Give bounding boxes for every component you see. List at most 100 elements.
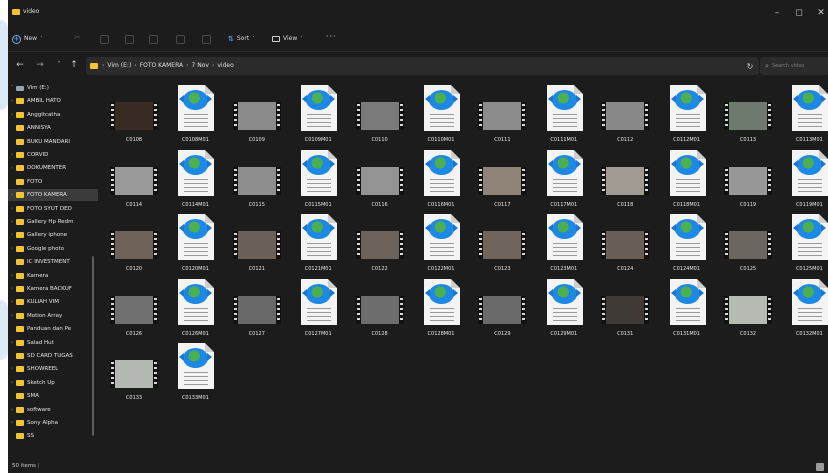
chevron-icon[interactable]: › (8, 313, 16, 319)
sidebar-scrollbar[interactable] (92, 256, 94, 436)
search-input[interactable]: ⌕ Search video (760, 57, 828, 75)
video-file[interactable]: C0121 (227, 211, 287, 279)
chevron-icon[interactable]: › (8, 206, 16, 212)
video-file[interactable]: C0115 (227, 147, 287, 215)
forward-button[interactable]: → (34, 59, 46, 71)
video-file[interactable]: C0123 (472, 211, 532, 279)
xml-file[interactable]: C0110M01 (411, 82, 471, 150)
close-button[interactable]: ✕ (814, 6, 828, 20)
view-button[interactable]: View ˅ (272, 33, 303, 45)
refresh-button[interactable]: ↻ (744, 61, 756, 73)
video-file[interactable]: C0128 (350, 276, 410, 344)
delete-icon[interactable] (202, 35, 211, 44)
chevron-icon[interactable]: › (8, 340, 16, 346)
sidebar-item-sony-alpha[interactable]: › Sony Alpha (8, 417, 98, 429)
xml-file[interactable]: C0124M01 (657, 211, 717, 279)
sidebar-item-annisya[interactable]: ANNISYA (8, 122, 98, 134)
video-file[interactable]: C0113 (718, 82, 778, 150)
video-file[interactable]: C0118 (595, 147, 655, 215)
paste-icon[interactable] (125, 35, 134, 44)
video-file[interactable]: C0116 (350, 147, 410, 215)
sidebar-item-ambil-hato[interactable]: › AMBIL HATO (8, 95, 98, 107)
video-file[interactable]: C0120 (104, 211, 164, 279)
chevron-icon[interactable]: › (8, 98, 16, 104)
video-file[interactable]: C0131 (595, 276, 655, 344)
video-file[interactable]: C0108 (104, 82, 164, 150)
breadcrumb-video[interactable]: video (217, 61, 233, 71)
sidebar-item-kamera[interactable]: › Kamera (8, 270, 98, 282)
sidebar-item-gallery-hp-redm[interactable]: › Gallery Hp Redm (8, 216, 98, 228)
video-file[interactable]: C0133 (104, 340, 164, 408)
chevron-icon[interactable]: › (8, 407, 16, 413)
xml-file[interactable]: C0117M01 (534, 147, 594, 215)
sidebar-item-google-photo[interactable]: › Google photo (8, 243, 98, 255)
xml-file[interactable]: C0112M01 (657, 82, 717, 150)
xml-file[interactable]: C0132M01 (779, 276, 828, 344)
sort-button[interactable]: ⇅ Sort ˅ (228, 33, 255, 45)
chevron-icon[interactable]: › (8, 299, 16, 305)
video-file[interactable]: C0112 (595, 82, 655, 150)
chevron-icon[interactable]: › (8, 152, 16, 158)
chevron-icon[interactable]: › (8, 219, 16, 225)
more-options-button[interactable]: ··· (326, 31, 337, 43)
xml-file[interactable]: C0116M01 (411, 147, 471, 215)
sidebar-item-sma[interactable]: SMA (8, 390, 98, 402)
sidebar-item-anggitcatha[interactable]: › Anggitcatha (8, 109, 98, 121)
xml-file[interactable]: C0109M01 (288, 82, 348, 150)
video-file[interactable]: C0129 (472, 276, 532, 344)
xml-file[interactable]: C0127M01 (288, 276, 348, 344)
video-file[interactable]: C0114 (104, 147, 164, 215)
xml-file[interactable]: C0113M01 (779, 82, 828, 150)
copy-icon[interactable] (100, 35, 109, 44)
sidebar-item-buku-mandari[interactable]: BUKU MANDARI (8, 136, 98, 148)
sidebar-item-ic-investment[interactable]: IC INVESTMENT (8, 256, 98, 268)
large-icons-view-button[interactable] (816, 463, 824, 471)
video-file[interactable]: C0110 (350, 82, 410, 150)
xml-file[interactable]: C0120M01 (165, 211, 225, 279)
breadcrumb-foto-kamera[interactable]: FOTO KAMERA (140, 61, 183, 71)
minimize-button[interactable]: – (770, 6, 784, 20)
video-file[interactable]: C0132 (718, 276, 778, 344)
sidebar-item-foto[interactable]: FOTO (8, 176, 98, 188)
sidebar-item-ss[interactable]: SS (8, 430, 98, 442)
video-file[interactable]: C0109 (227, 82, 287, 150)
chevron-icon[interactable]: › (8, 286, 16, 292)
chevron-icon[interactable]: › (8, 165, 16, 171)
new-button[interactable]: + New ˅ (12, 33, 43, 45)
share-icon[interactable] (176, 35, 185, 44)
sidebar-item-gallery-iphone[interactable]: › Gallery iphone (8, 229, 98, 241)
xml-file[interactable]: C0118M01 (657, 147, 717, 215)
xml-file[interactable]: C0111M01 (534, 82, 594, 150)
xml-file[interactable]: C0108M01 (165, 82, 225, 150)
cut-icon[interactable]: ✂ (74, 33, 83, 42)
sidebar-item-kamera-backuf[interactable]: › Kamera BACKUF (8, 283, 98, 295)
maximize-button[interactable]: ◻ (792, 6, 806, 20)
rename-icon[interactable] (149, 35, 158, 44)
sidebar-item-foto-kamera[interactable]: › FOTO KAMERA (8, 189, 98, 202)
chevron-icon[interactable]: › (8, 246, 16, 252)
xml-file[interactable]: C0115M01 (288, 147, 348, 215)
video-file[interactable]: C0126 (104, 276, 164, 344)
sidebar-item-motion-array[interactable]: › Motion Array (8, 310, 98, 322)
chevron-icon[interactable]: › (8, 192, 16, 198)
sidebar-item-dokumenter[interactable]: › DOKUMENTER (8, 162, 98, 174)
xml-file[interactable]: C0131M01 (657, 276, 717, 344)
recent-locations-button[interactable]: ˅ (53, 59, 65, 71)
sidebar-item-corvid[interactable]: › CORVID (8, 149, 98, 161)
chevron-icon[interactable]: › (8, 112, 16, 118)
sidebar-item-foto-syut-ded[interactable]: › FOTO SYUT DED (8, 203, 98, 215)
xml-file[interactable]: C0129M01 (534, 276, 594, 344)
breadcrumb-drive[interactable]: Vim (E:) (107, 61, 131, 71)
xml-file[interactable]: C0114M01 (165, 147, 225, 215)
xml-file[interactable]: C0122M01 (411, 211, 471, 279)
xml-file[interactable]: C0126M01 (165, 276, 225, 344)
chevron-icon[interactable]: ˅ (8, 85, 16, 91)
sidebar-item-panduan-dan-pe[interactable]: Panduan dan Pe (8, 323, 98, 335)
video-file[interactable]: C0122 (350, 211, 410, 279)
sidebar-item-kuliah-vim[interactable]: › KULIAH VIM (8, 296, 98, 308)
chevron-icon[interactable]: › (8, 273, 16, 279)
video-file[interactable]: C0111 (472, 82, 532, 150)
video-file[interactable]: C0124 (595, 211, 655, 279)
sidebar-item-vim-e[interactable]: ˅ Vim (E:) (8, 82, 98, 94)
xml-file[interactable]: C0133M01 (165, 340, 225, 408)
